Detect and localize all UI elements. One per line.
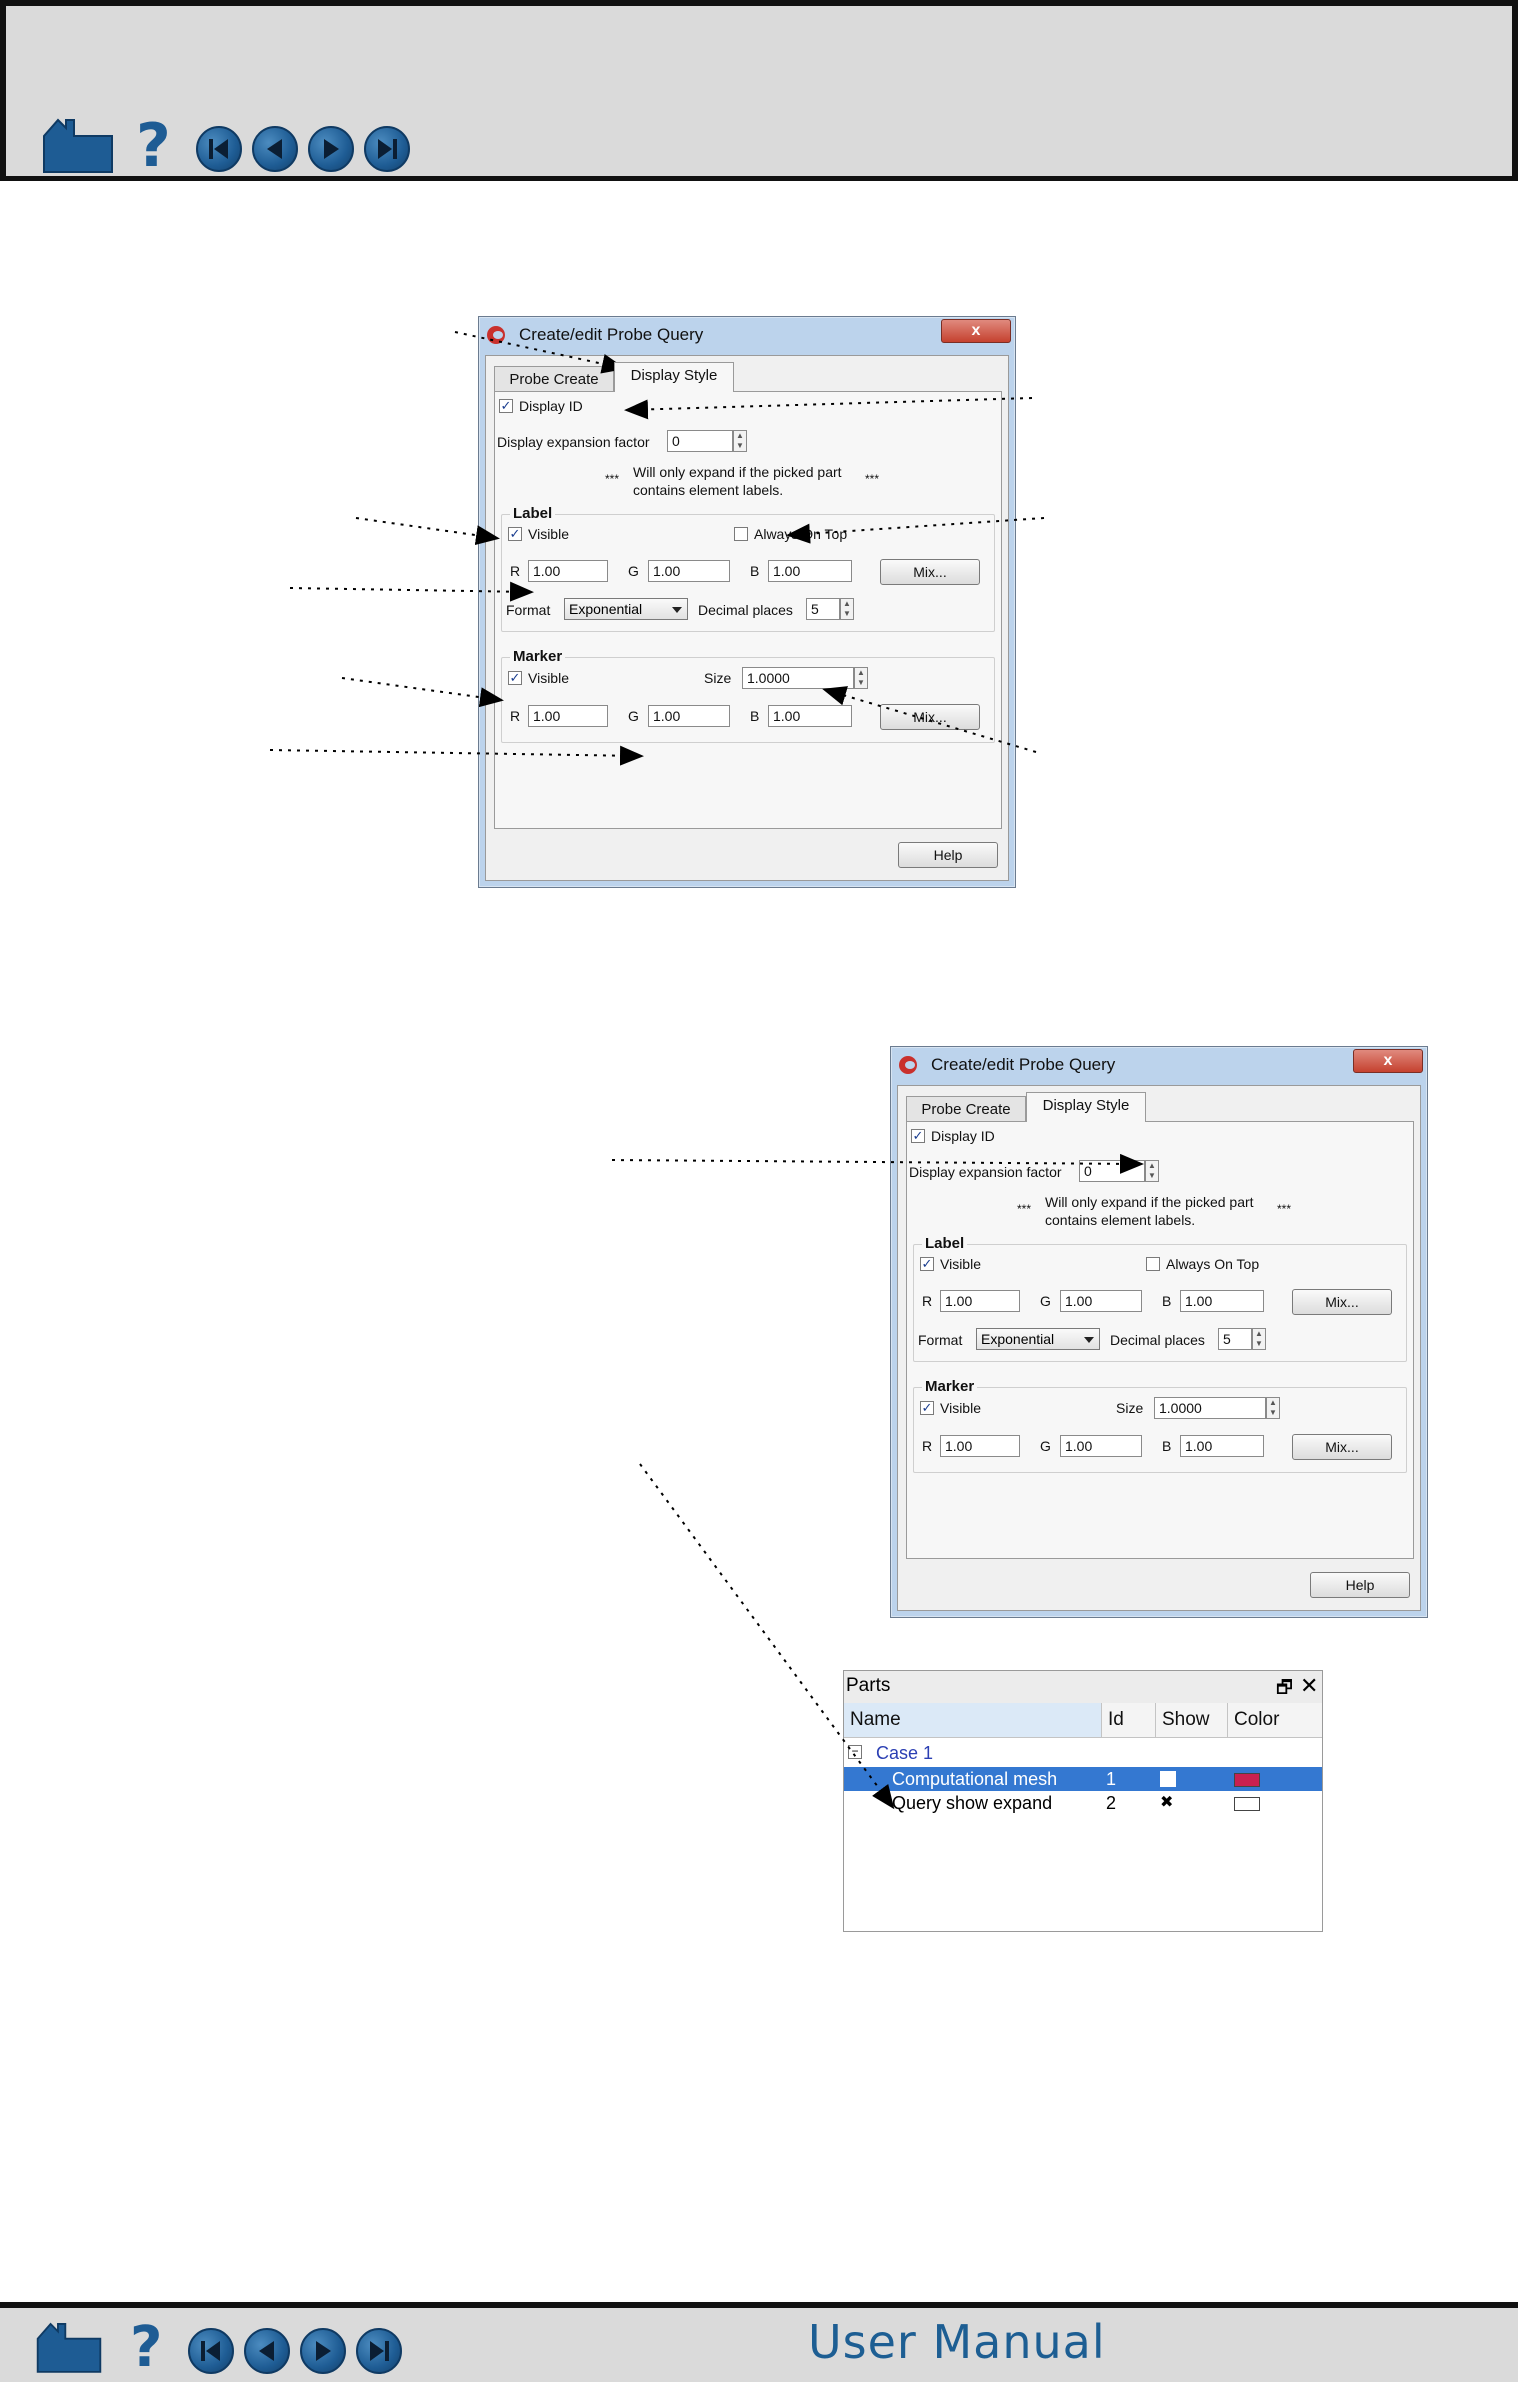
next-page-icon[interactable] <box>300 2328 346 2374</box>
callout-arrow-always-on-top <box>786 517 1045 544</box>
bottom-nav-bar: ? <box>0 2302 1518 2382</box>
callout-arrows <box>269 331 1144 1810</box>
callout-arrow-tab <box>454 331 626 374</box>
home-icon[interactable] <box>34 2320 104 2374</box>
last-page-icon[interactable] <box>356 2328 402 2374</box>
callout-arrow-label-visible <box>355 517 500 546</box>
callout-arrow-display-id <box>624 397 1033 420</box>
help-icon[interactable]: ? <box>130 2318 162 2378</box>
footer-title: User Manual <box>808 2315 1106 2369</box>
tab-display-style[interactable]: Display Style <box>614 362 734 392</box>
previous-page-icon[interactable] <box>244 2328 290 2374</box>
tab-display-style[interactable]: Display Style <box>1026 1092 1146 1122</box>
callout-arrow-marker-visible <box>341 677 504 708</box>
callout-arrow-marker-size <box>822 686 1037 753</box>
callout-arrow-label-rgb <box>289 581 534 602</box>
callout-arrow-marker-rgb <box>269 745 644 766</box>
callout-arrow-parts <box>639 1463 895 1810</box>
callout-arrow-expansion <box>611 1153 1144 1174</box>
first-page-icon[interactable] <box>188 2328 234 2374</box>
